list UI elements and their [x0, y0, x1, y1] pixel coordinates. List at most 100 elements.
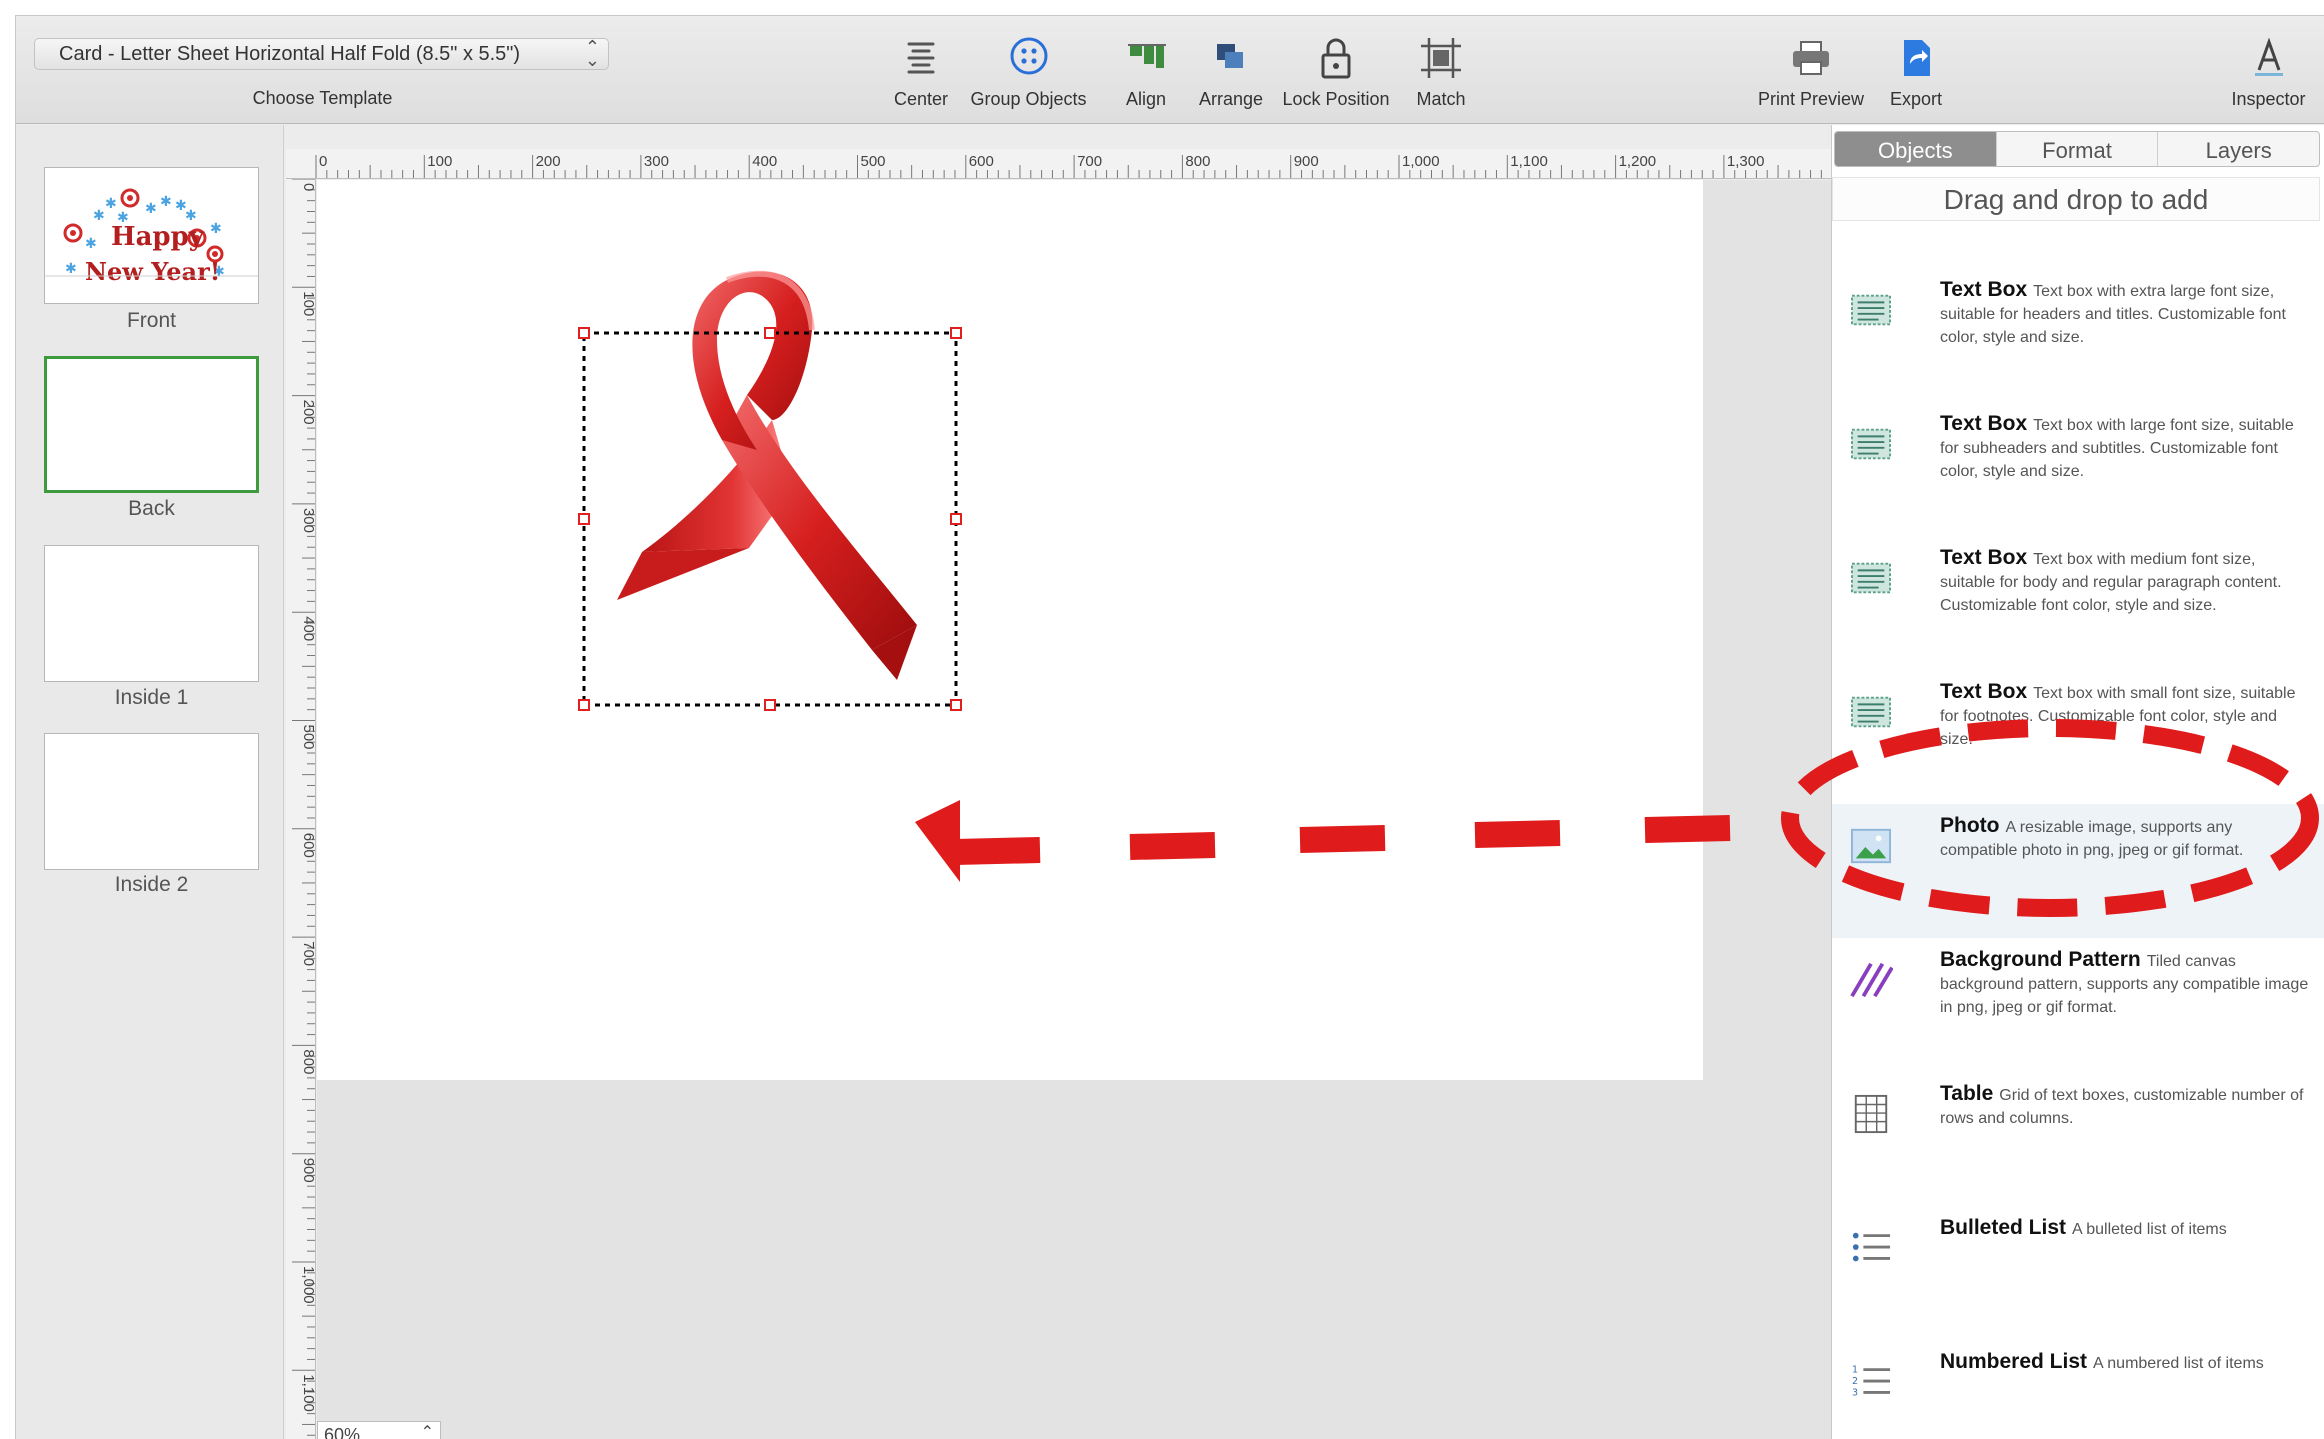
- object-title: Numbered List: [1940, 1350, 2088, 1373]
- ruler-vertical-ticks: 0 100 200 300 400 500 600 700 800 900 1,000 1,100: [292, 179, 316, 1436]
- svg-text:✱: ✱: [105, 196, 117, 212]
- svg-text:3: 3: [1852, 1387, 1858, 1398]
- table-icon: [1854, 1094, 1888, 1134]
- center-button[interactable]: Center: [881, 34, 961, 114]
- happy-new-year-artwork: ✱✱ ✱ ✱ ✱✱✱✱ ✱✱✱ Happy New Year!: [45, 188, 258, 286]
- arrange-button[interactable]: Arrange: [1186, 34, 1276, 114]
- ruler-label: 1,000: [300, 1266, 316, 1304]
- object-description: Background Pattern Tiled canvas backgroun…: [1940, 948, 2310, 1019]
- object-title: Text Box: [1940, 412, 2028, 435]
- object-description: Text Box Text box with extra large font s…: [1940, 278, 2310, 349]
- lock-position-button[interactable]: Lock Position: [1276, 34, 1396, 114]
- bulleted-list-icon: [1852, 1232, 1891, 1262]
- object-title: Photo: [1940, 814, 2000, 837]
- arrange-icon: [1217, 44, 1243, 68]
- align-button[interactable]: Align: [1106, 34, 1186, 114]
- ruler-label: 700: [300, 941, 316, 966]
- page-label-inside-2: Inside 2: [114, 873, 189, 896]
- ruler-label: 200: [536, 153, 561, 170]
- inspector-panel: Objects Format Layers Drag and drop to a…: [1831, 125, 2324, 1439]
- ruler-label: 1,200: [1619, 153, 1657, 170]
- ruler-label: 100: [427, 153, 452, 170]
- ruler-label: 100: [300, 291, 316, 316]
- page-canvas[interactable]: [317, 180, 1703, 1080]
- object-title: Background Pattern: [1940, 948, 2141, 971]
- object-item-text-box[interactable]: Text Box Text box with small font size, s…: [1832, 670, 2324, 804]
- ruler-label: 600: [300, 833, 316, 858]
- updown-chevron-icon: ⌃: [420, 1424, 434, 1439]
- object-item-photo[interactable]: Photo A resizable image, supports any com…: [1832, 804, 2324, 938]
- object-desc-text: A bulleted list of items: [2072, 1221, 2227, 1238]
- object-title: Bulleted List: [1940, 1216, 2067, 1239]
- page-thumb-front[interactable]: ✱ ✱ ✱ ✱ ✱ ✱ ✱ ✱ ✱ ✱ ✱ Happy New Year!: [44, 167, 259, 304]
- object-item-numbered-list[interactable]: 1 2 3 Numbered List A numbered list of items: [1832, 1340, 2324, 1439]
- inspector-icon: [2254, 37, 2283, 76]
- print-preview-label: Print Preview: [1757, 89, 1865, 109]
- export-button[interactable]: Export: [1876, 34, 1956, 114]
- align-icon: [1128, 44, 1166, 68]
- page-label-inside-1: Inside 1: [114, 686, 189, 709]
- align-label: Align: [1125, 89, 1167, 109]
- svg-text:2: 2: [1852, 1376, 1858, 1387]
- page-thumb-inside-2[interactable]: [44, 733, 259, 870]
- photo-icon: [1851, 828, 1891, 864]
- ruler-label: 1,100: [300, 1374, 316, 1412]
- toolbar: Card - Letter Sheet Horizontal Half Fold…: [16, 16, 2324, 124]
- ruler-label: 0: [300, 183, 316, 191]
- page-thumb-back[interactable]: [44, 356, 259, 493]
- group-objects-icon: [1010, 37, 1047, 75]
- object-item-text-box[interactable]: Text Box Text box with large font size, s…: [1832, 402, 2324, 536]
- object-description: Photo A resizable image, supports any com…: [1940, 814, 2310, 862]
- object-description: Numbered List A numbered list of items: [1940, 1350, 2310, 1375]
- object-item-text-box[interactable]: Text Box Text box with medium font size, …: [1832, 536, 2324, 670]
- object-item-bulleted-list[interactable]: Bulleted List A bulleted list of items: [1832, 1206, 2324, 1340]
- page-thumb-inside-1[interactable]: [44, 545, 259, 682]
- zoom-value: 60%: [324, 1425, 361, 1439]
- lock-icon: [1321, 38, 1351, 79]
- ruler-label: 1,000: [1402, 153, 1440, 170]
- text-box-icon: [1851, 294, 1891, 326]
- svg-text:✱: ✱: [85, 236, 97, 252]
- app-window: Card - Letter Sheet Horizontal Half Fold…: [15, 15, 2324, 1439]
- inspector-label: Inspector: [2231, 89, 2306, 109]
- svg-text:✱: ✱: [93, 208, 105, 224]
- template-value: Card - Letter Sheet Horizontal Half Fold…: [59, 43, 521, 65]
- ruler-label: 500: [300, 725, 316, 750]
- new-year-text: New Year!: [85, 257, 220, 286]
- inspector-button[interactable]: Inspector: [2216, 34, 2321, 114]
- object-item-text-box[interactable]: Text Box Text box with extra large font s…: [1832, 268, 2324, 402]
- print-preview-button[interactable]: Print Preview: [1746, 34, 1876, 114]
- canvas-area[interactable]: [317, 180, 1831, 1439]
- object-item-background-pattern[interactable]: Background Pattern Tiled canvas backgroun…: [1832, 938, 2324, 1072]
- ruler-label: 300: [644, 153, 669, 170]
- match-button[interactable]: Match: [1401, 34, 1481, 114]
- object-description: Text Box Text box with large font size, s…: [1940, 412, 2310, 483]
- object-item-table[interactable]: Table Grid of text boxes, customizable nu…: [1832, 1072, 2324, 1206]
- ruler-label: 500: [861, 153, 886, 170]
- export-icon: [1904, 40, 1930, 76]
- panel-tabs: Objects Format Layers: [1834, 131, 2320, 167]
- ruler-label: 200: [300, 400, 316, 425]
- ruler-label: 800: [1185, 153, 1210, 170]
- template-select[interactable]: Card - Letter Sheet Horizontal Half Fold…: [34, 38, 609, 70]
- center-label: Center: [893, 89, 949, 109]
- ruler-label: 900: [1294, 153, 1319, 170]
- zoom-select[interactable]: 60% ⌃: [317, 1421, 441, 1439]
- ruler-label: 300: [300, 508, 316, 533]
- object-description: Bulleted List A bulleted list of items: [1940, 1216, 2310, 1241]
- tab-format[interactable]: Format: [1997, 132, 2159, 166]
- group-objects-button[interactable]: Group Objects: [961, 34, 1096, 114]
- happy-text: Happy: [111, 222, 205, 252]
- text-box-icon: [1851, 428, 1891, 460]
- printer-icon: [1793, 41, 1829, 75]
- svg-text:1: 1: [1852, 1364, 1858, 1375]
- tab-layers[interactable]: Layers: [2158, 132, 2319, 166]
- updown-chevron-icon: ⌃ ⌄: [584, 38, 600, 70]
- tab-objects[interactable]: Objects: [1835, 132, 1997, 166]
- ruler-label: 400: [752, 153, 777, 170]
- ruler-label: 0: [319, 153, 327, 170]
- text-box-icon: [1851, 696, 1891, 728]
- canvas-content: [578, 270, 962, 711]
- lock-position-label: Lock Position: [1282, 89, 1390, 109]
- ruler-horizontal: 0 100 200 300 400 500 600 700 800 900 1,000 1,100 1,…: [286, 149, 1831, 179]
